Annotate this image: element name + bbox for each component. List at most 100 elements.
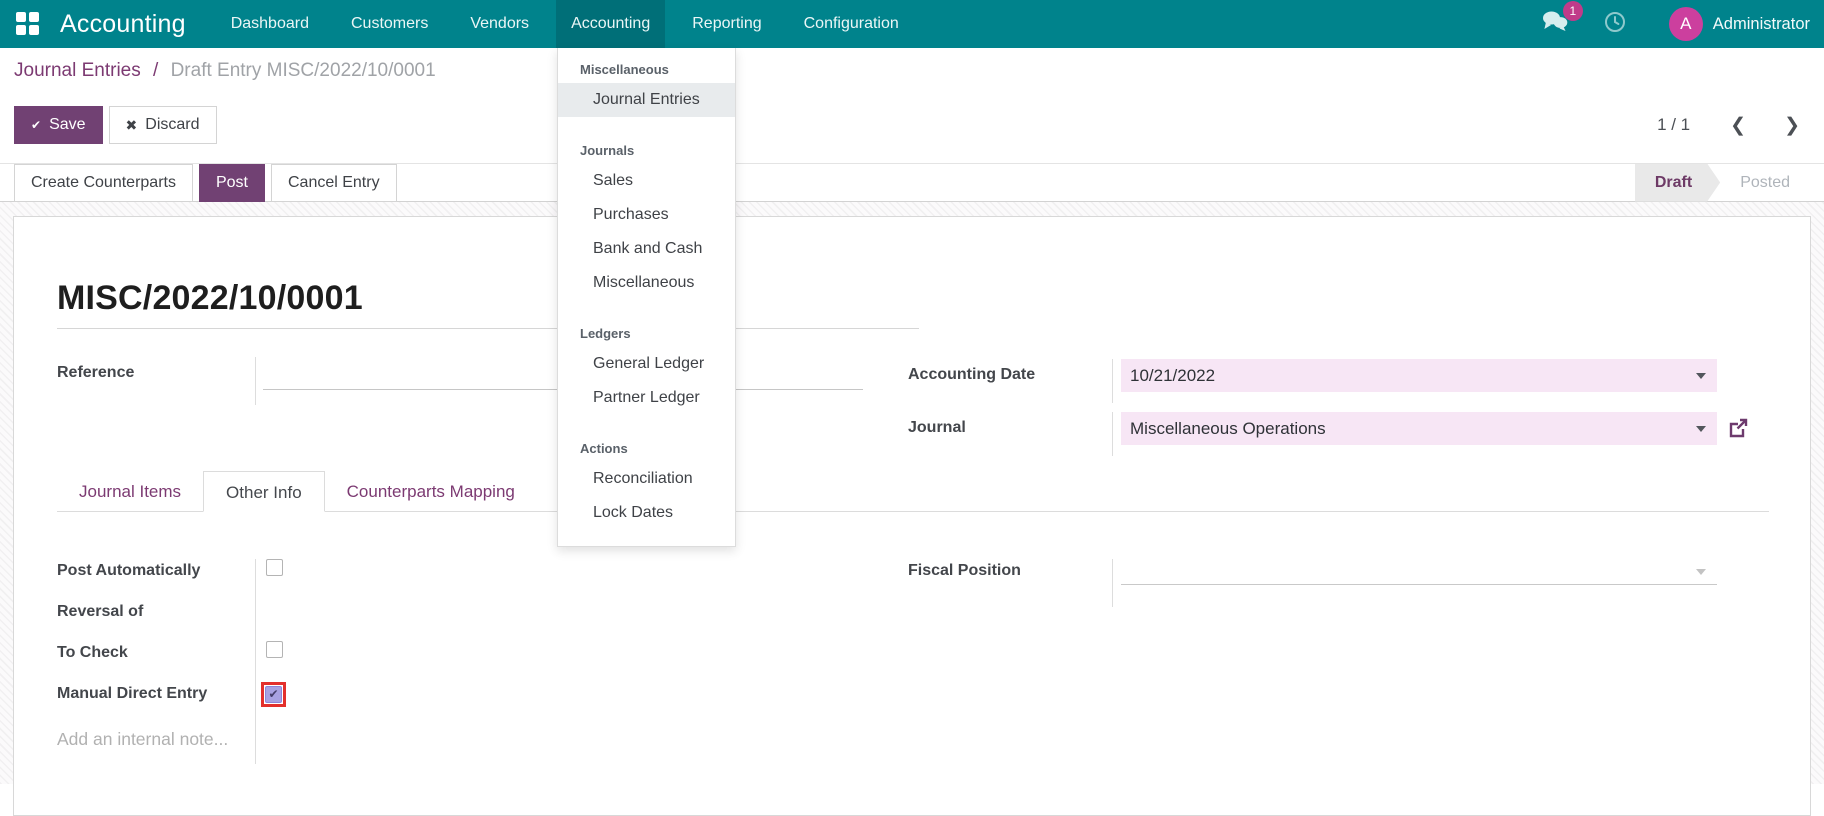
menu-section-header: Actions bbox=[580, 441, 628, 456]
post-automatically-label: Post Automatically bbox=[57, 562, 201, 579]
menu-section-header: Ledgers bbox=[580, 326, 631, 341]
breadcrumb: Journal Entries / Draft Entry MISC/2022/… bbox=[14, 60, 436, 82]
menu-item-lock-dates[interactable]: Lock Dates bbox=[558, 496, 735, 530]
clock-icon bbox=[1603, 11, 1627, 38]
nav-item-dashboard[interactable]: Dashboard bbox=[216, 0, 324, 48]
manual-direct-entry-checkbox[interactable]: ✔ bbox=[265, 686, 282, 703]
fiscal-position-row: Fiscal Position bbox=[908, 559, 1778, 607]
form-view-background: MISC/2022/10/0001 Reference Accounting D… bbox=[0, 202, 1824, 816]
record-title: MISC/2022/10/0001 bbox=[57, 279, 363, 317]
nav-item-accounting[interactable]: Accounting bbox=[556, 0, 666, 48]
manual-direct-entry-label: Manual Direct Entry bbox=[57, 685, 208, 702]
menu-item-reconciliation[interactable]: Reconciliation bbox=[558, 462, 735, 496]
nav-item-reporting[interactable]: Reporting bbox=[677, 0, 776, 48]
reversal-of-label: Reversal of bbox=[57, 603, 144, 620]
tab-other-info[interactable]: Other Info bbox=[203, 471, 325, 512]
menu-section-header: Miscellaneous bbox=[580, 62, 669, 77]
nav-item-vendors[interactable]: Vendors bbox=[455, 0, 544, 48]
navbar-systray: 1 A Administrator bbox=[1541, 1, 1810, 41]
menu-item-partner-ledger[interactable]: Partner Ledger bbox=[558, 381, 735, 415]
chevron-down-icon bbox=[1696, 426, 1706, 432]
record-pager: 1 / 1 ❮ ❯ bbox=[1657, 106, 1808, 144]
nav-item-configuration[interactable]: Configuration bbox=[789, 0, 914, 48]
chevron-down-icon bbox=[1696, 569, 1706, 575]
state-draft[interactable]: Draft bbox=[1635, 164, 1720, 202]
menu-item-purchases[interactable]: Purchases bbox=[558, 198, 735, 232]
save-button[interactable]: ✔ Save bbox=[14, 106, 103, 144]
field-separator bbox=[1112, 359, 1113, 403]
external-link-icon bbox=[1729, 418, 1748, 438]
accounting-dropdown-menu: Miscellaneous Journal Entries Journals S… bbox=[557, 48, 736, 547]
menu-item-sales[interactable]: Sales bbox=[558, 164, 735, 198]
check-icon: ✔ bbox=[31, 118, 42, 132]
state-posted[interactable]: Posted bbox=[1720, 164, 1810, 202]
menu-section-miscellaneous: Miscellaneous Journal Entries bbox=[558, 58, 735, 117]
menu-section-journals: Journals Sales Purchases Bank and Cash M… bbox=[558, 139, 735, 300]
reference-label: Reference bbox=[57, 364, 135, 381]
attention-highlight-ring: ✔ bbox=[261, 682, 286, 707]
status-widget: Draft Posted bbox=[1635, 164, 1810, 202]
user-menu[interactable]: Administrator bbox=[1713, 15, 1810, 34]
chat-bubbles-icon bbox=[1541, 11, 1569, 37]
top-navbar: Accounting Dashboard Customers Vendors A… bbox=[0, 0, 1824, 48]
form-sheet: MISC/2022/10/0001 Reference Accounting D… bbox=[13, 216, 1811, 816]
to-check-label: To Check bbox=[57, 644, 128, 661]
x-icon: ✖ bbox=[125, 116, 138, 133]
reference-row: Reference bbox=[57, 357, 867, 405]
menu-item-journal-entries[interactable]: Journal Entries bbox=[558, 83, 735, 117]
menu-section-header: Journals bbox=[580, 143, 635, 158]
manual-direct-entry-row: Manual Direct Entry ✔ bbox=[57, 682, 867, 723]
user-avatar[interactable]: A bbox=[1668, 7, 1703, 41]
fiscal-position-label: Fiscal Position bbox=[908, 562, 1021, 579]
fiscal-position-input[interactable] bbox=[1121, 559, 1717, 585]
to-check-checkbox[interactable] bbox=[266, 641, 283, 658]
journal-row: Journal Miscellaneous Operations bbox=[908, 412, 1778, 456]
journal-external-link-button[interactable] bbox=[1726, 416, 1750, 445]
reversal-of-field[interactable] bbox=[255, 600, 867, 641]
accounting-date-input[interactable]: 10/21/2022 bbox=[1121, 359, 1717, 392]
tab-journal-items[interactable]: Journal Items bbox=[57, 471, 203, 512]
messages-count-badge: 1 bbox=[1562, 1, 1583, 21]
create-counterparts-button[interactable]: Create Counterparts bbox=[14, 163, 193, 202]
tab-counterparts-mapping[interactable]: Counterparts Mapping bbox=[325, 471, 537, 512]
discard-button[interactable]: ✖ Discard bbox=[108, 106, 217, 144]
post-automatically-row: Post Automatically bbox=[57, 559, 867, 600]
pager-previous-icon[interactable]: ❮ bbox=[1722, 114, 1754, 137]
breadcrumb-current: Draft Entry MISC/2022/10/0001 bbox=[170, 60, 436, 81]
reversal-of-row: Reversal of bbox=[57, 600, 867, 641]
chevron-down-icon bbox=[1696, 373, 1706, 379]
nav-item-customers[interactable]: Customers bbox=[336, 0, 443, 48]
record-action-buttons: ✔ Save ✖ Discard bbox=[14, 106, 217, 144]
main-menu: Dashboard Customers Vendors Accounting R… bbox=[216, 0, 926, 48]
notebook-tabs: Journal Items Other Info Counterparts Ma… bbox=[57, 471, 1769, 512]
statusbar: Create Counterparts Post Cancel Entry Dr… bbox=[0, 163, 1824, 202]
control-panel: Journal Entries / Draft Entry MISC/2022/… bbox=[0, 48, 1824, 163]
accounting-date-row: Accounting Date 10/21/2022 bbox=[908, 359, 1778, 403]
menu-item-miscellaneous[interactable]: Miscellaneous bbox=[558, 266, 735, 300]
menu-item-bank-and-cash[interactable]: Bank and Cash bbox=[558, 232, 735, 266]
to-check-row: To Check bbox=[57, 641, 867, 682]
field-separator bbox=[1112, 559, 1113, 607]
journal-input[interactable]: Miscellaneous Operations bbox=[1121, 412, 1717, 445]
post-automatically-checkbox[interactable] bbox=[266, 559, 283, 576]
breadcrumb-parent-link[interactable]: Journal Entries bbox=[14, 60, 141, 81]
journal-label: Journal bbox=[908, 419, 966, 436]
field-separator bbox=[255, 357, 256, 405]
menu-item-general-ledger[interactable]: General Ledger bbox=[558, 347, 735, 381]
app-brand-title[interactable]: Accounting bbox=[60, 10, 186, 39]
internal-note-input[interactable]: Add an internal note... bbox=[57, 729, 228, 750]
menu-section-ledgers: Ledgers General Ledger Partner Ledger bbox=[558, 322, 735, 415]
accounting-date-label: Accounting Date bbox=[908, 366, 1036, 383]
cancel-entry-button[interactable]: Cancel Entry bbox=[270, 163, 397, 202]
field-separator bbox=[1112, 412, 1113, 456]
pager-counter[interactable]: 1 / 1 bbox=[1657, 115, 1690, 135]
messages-button[interactable]: 1 bbox=[1541, 1, 1583, 38]
pager-next-icon[interactable]: ❯ bbox=[1776, 114, 1808, 137]
statusbar-buttons: Create Counterparts Post Cancel Entry bbox=[14, 163, 397, 202]
menu-section-actions: Actions Reconciliation Lock Dates bbox=[558, 437, 735, 530]
post-button[interactable]: Post bbox=[198, 163, 265, 202]
apps-grid-icon[interactable] bbox=[16, 12, 40, 36]
breadcrumb-separator: / bbox=[153, 60, 159, 81]
activities-button[interactable] bbox=[1603, 10, 1627, 39]
record-name-field[interactable]: MISC/2022/10/0001 bbox=[57, 279, 919, 329]
